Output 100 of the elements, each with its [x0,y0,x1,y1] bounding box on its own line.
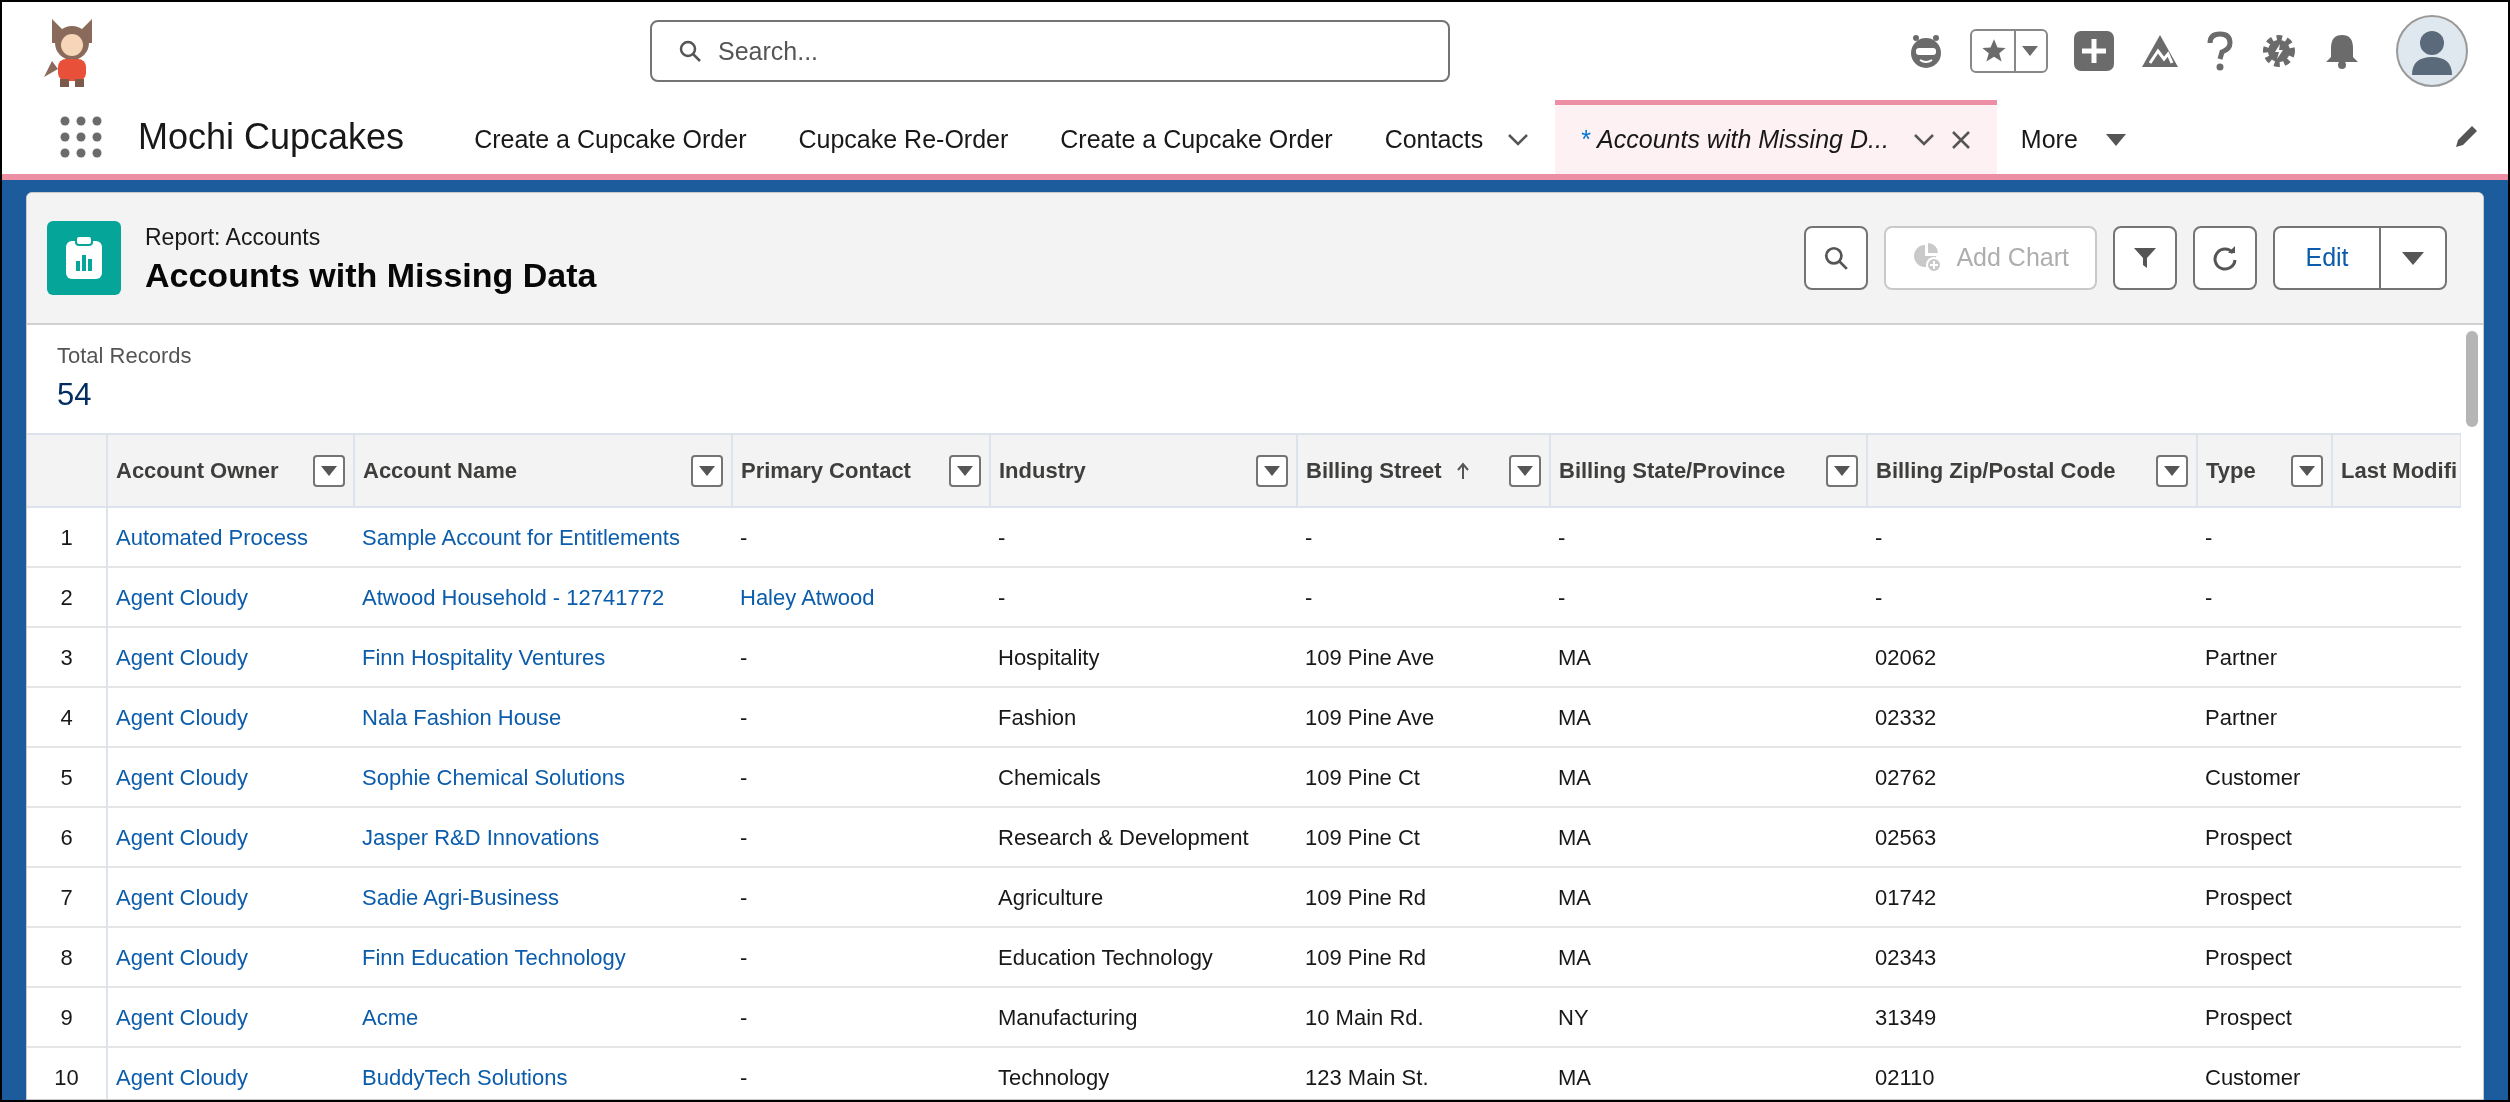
table-cell: Customer [2205,1064,2301,1090]
column-header[interactable]: Primary Contact [741,454,911,487]
column-menu-button[interactable] [949,454,981,487]
nav-tab[interactable]: Cupcake Re-Order [772,100,1035,174]
table-cell: Customer [2205,764,2301,790]
column-menu-button[interactable] [1826,454,1858,487]
record-link[interactable]: Agent Cloudy [116,944,249,970]
tab-label[interactable]: Create a Cupcake Order [474,120,747,159]
table-cell: - [998,524,1006,550]
bot-icon[interactable] [1908,33,1944,69]
search-field[interactable]: Search... [650,20,1450,82]
bell-icon[interactable] [2324,32,2360,70]
table-cell: Partner [2205,644,2278,670]
nav-tab[interactable]: Create a Cupcake Order [1034,100,1359,174]
settings-icon[interactable] [2260,32,2298,70]
caret-icon [2299,465,2315,476]
nav-tab[interactable]: * Accounts with Missing D... [1555,100,1997,174]
record-link[interactable]: Nala Fashion House [362,704,562,730]
table-cell: Prospect [2205,884,2292,910]
column-header[interactable]: Billing Zip/Postal Code [1876,454,2116,487]
search-icon [678,39,702,63]
app-launcher-icon[interactable] [60,116,102,158]
favorites-button[interactable] [1970,29,2048,73]
record-link[interactable]: Agent Cloudy [116,704,249,730]
record-link[interactable]: Acme [362,1004,419,1030]
column-header[interactable]: Account Name [363,454,518,487]
column-header[interactable]: Billing State/Province [1559,454,1786,487]
mountain-icon[interactable] [2140,33,2180,69]
nav-tab[interactable]: Create a Cupcake Order [448,100,773,174]
column-menu-button[interactable] [691,454,723,487]
sort-arrow-icon[interactable] [1455,461,1470,480]
table-cell: 109 Pine Ct [1305,764,1420,790]
table-cell: 02062 [1875,644,1937,670]
record-link[interactable]: BuddyTech Solutions [362,1064,568,1090]
record-link[interactable]: Agent Cloudy [116,584,249,610]
tab-label[interactable]: Create a Cupcake Order [1060,120,1333,159]
table-cell: MA [1558,944,1591,970]
table-cell: 02110 [1875,1064,1935,1090]
table-cell: MA [1558,764,1591,790]
column-header[interactable]: Type [2206,454,2256,487]
column-menu-button[interactable] [1509,454,1541,487]
record-link[interactable]: Agent Cloudy [116,1004,249,1030]
record-link[interactable]: Finn Hospitality Ventures [362,644,606,670]
help-icon[interactable] [2206,31,2234,71]
chevron-down-icon[interactable] [1912,132,1935,147]
table-cell: 02762 [1875,764,1937,790]
search-button[interactable] [1804,226,1869,290]
caret-icon [2022,46,2038,56]
tab-label[interactable]: * Accounts with Missing D... [1581,120,1889,159]
column-header[interactable]: Account Owner [116,454,279,487]
column-header[interactable]: Industry [999,454,1086,487]
row-number: 1 [60,524,73,550]
table-cell: Hospitality [998,644,1100,670]
record-link[interactable]: Agent Cloudy [116,1064,249,1090]
record-link[interactable]: Sadie Agri-Business [362,884,559,910]
table-cell: - [1558,524,1566,550]
record-link[interactable]: Sophie Chemical Solutions [362,764,625,790]
record-link[interactable]: Haley Atwood [740,584,875,610]
caret-icon [321,465,337,476]
record-link[interactable]: Agent Cloudy [116,644,249,670]
table-cell: 10 Main Rd. [1305,1004,1424,1030]
record-link[interactable]: Atwood Household - 12741772 [362,584,665,610]
column-menu-button[interactable] [2291,454,2323,487]
record-link[interactable]: Agent Cloudy [116,884,249,910]
chevron-down-icon[interactable] [1507,132,1530,147]
table-cell: - [1305,584,1313,610]
column-header[interactable]: Billing Street [1306,454,1442,487]
table-cell: - [740,764,748,790]
tab-label[interactable]: Contacts [1384,120,1484,159]
record-link[interactable]: Automated Process [116,524,308,550]
more-menu[interactable]: More [1996,100,2150,174]
column-menu-button[interactable] [313,454,345,487]
table-cell: - [740,884,748,910]
table-cell: Fashion [998,704,1077,730]
plus-icon[interactable] [2074,31,2114,71]
table-cell: 01742 [1875,884,1937,910]
column-header[interactable]: Last Modifi [2341,454,2458,487]
record-link[interactable]: Finn Education Technology [362,944,626,970]
table-cell: 31349 [1875,1004,1937,1030]
record-link[interactable]: Jasper R&D Innovations [362,824,600,850]
table-cell: Research & Development [998,824,1249,850]
column-menu-button[interactable] [2156,454,2188,487]
table-cell: - [740,1004,748,1030]
table-cell: - [998,584,1006,610]
filter-button[interactable] [2113,226,2177,290]
refresh-button[interactable] [2193,226,2257,290]
chart-add-icon [1912,243,1943,273]
table-cell: NY [1558,1004,1589,1030]
table-cell: 123 Main St. [1305,1064,1429,1090]
record-link[interactable]: Sample Account for Entitlements [362,524,680,550]
close-icon[interactable] [1950,129,1971,150]
column-menu-button[interactable] [1256,454,1288,487]
report-title: Accounts with Missing Data [145,255,597,296]
caret-icon [957,465,973,476]
nav-tab[interactable]: Contacts [1358,100,1556,174]
record-link[interactable]: Agent Cloudy [116,764,249,790]
tab-label[interactable]: Cupcake Re-Order [798,120,1009,159]
table-cell: MA [1558,1064,1591,1090]
record-link[interactable]: Agent Cloudy [116,824,249,850]
total-records-count: 54 [57,376,93,414]
